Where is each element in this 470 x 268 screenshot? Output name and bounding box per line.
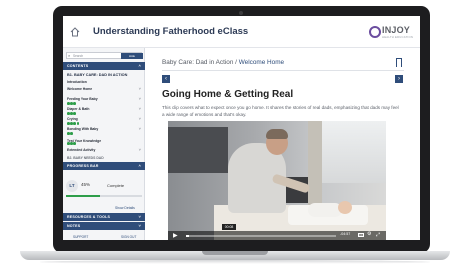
app-screen: Understanding Fatherhood eClass INJOY HE… — [63, 16, 420, 240]
video-curtain — [308, 121, 322, 207]
sidebar-item-label: Test Your Knowledge — [67, 139, 102, 143]
video-baby-body — [308, 203, 342, 217]
breadcrumb-current: Welcome Home — [238, 59, 285, 66]
progress-dots — [67, 122, 73, 135]
video-shelf — [168, 127, 228, 173]
top-bar: Understanding Fatherhood eClass INJOY HE… — [63, 16, 420, 48]
chevron-down-icon: ˅ — [138, 96, 141, 101]
play-icon[interactable]: ▶ — [173, 232, 178, 239]
captions-button[interactable]: CC — [358, 233, 364, 237]
video-window — [318, 121, 386, 183]
section-title: B1. BABY CARE: DAD IN ACTION — [67, 73, 128, 77]
stage: Understanding Fatherhood eClass INJOY HE… — [0, 0, 470, 268]
seek-bar[interactable] — [186, 235, 336, 237]
sidebar-item-label: Welcome Home — [67, 87, 93, 91]
breadcrumb-divider — [162, 70, 404, 71]
sidebar-footer: SUPPORT SIGN OUT — [63, 235, 145, 240]
page-description: This clip covers what to expect once you… — [162, 105, 399, 117]
sidebar-item-welcome-home[interactable]: Welcome Home ˅ — [67, 86, 143, 91]
chevron-down-icon: ˅ — [138, 126, 141, 131]
video-player[interactable]: 00:08 ▶ -04:57 CC ⚙ ⤢ — [168, 121, 386, 240]
home-icon[interactable] — [70, 27, 80, 37]
resources-label: RESOURCES & TOOLS — [67, 215, 111, 219]
contents-header[interactable]: CONTENTS ˄ — [63, 62, 145, 70]
chevron-down-icon: ˅ — [138, 147, 141, 152]
sidebar-item-crying[interactable]: Crying ˅ — [67, 116, 143, 121]
bookmark-icon[interactable] — [396, 58, 402, 67]
sidebar-item-diaper-bath[interactable]: Diaper & Bath ˅ — [67, 106, 143, 111]
app-title: Understanding Fatherhood eClass — [93, 26, 249, 37]
notes-header[interactable]: NOTES ˅ — [63, 222, 145, 230]
chevron-up-icon: ˄ — [138, 63, 141, 68]
sidebar-item-label: Introduction — [67, 80, 87, 84]
laptop-shadow — [40, 260, 430, 264]
seek-bar-fill — [186, 235, 189, 237]
fullscreen-icon[interactable]: ⤢ — [376, 232, 380, 238]
progress-dots — [67, 132, 77, 145]
search-input[interactable]: ⌕ Search Hide — [66, 52, 143, 59]
seek-time-tooltip: 00:08 — [222, 224, 236, 230]
show-details-link[interactable]: Show Details — [115, 206, 135, 210]
support-link[interactable]: SUPPORT — [73, 235, 88, 239]
previous-page-button[interactable]: ‹ — [162, 75, 170, 83]
chevron-down-icon: ˅ — [138, 214, 141, 219]
progress-percent: 45% — [81, 182, 91, 187]
sidebar-item-introduction[interactable]: Introduction — [67, 80, 143, 84]
chevron-up-icon: ˄ — [138, 163, 141, 168]
logo-subtitle: HEALTH EDUCATION — [382, 35, 414, 39]
page-title: Going Home & Getting Real — [162, 89, 294, 100]
breadcrumb-section[interactable]: Baby Care: Dad in Action — [162, 59, 233, 66]
sidebar-item-label: Feeding Your Baby — [67, 97, 98, 101]
hide-sidebar-button[interactable]: Hide — [121, 53, 143, 59]
chevron-down-icon: ˅ — [138, 106, 141, 111]
sign-out-link[interactable]: SIGN OUT — [121, 235, 136, 239]
progress-dots — [67, 112, 80, 125]
video-father-hair — [266, 129, 288, 139]
main-content: Baby Care: Dad in Action / Welcome Home … — [146, 48, 420, 240]
next-page-button[interactable]: › — [395, 75, 403, 83]
camera-dot — [239, 11, 243, 15]
progress-bar-label: PROGRESS BAR — [67, 164, 99, 168]
sidebar-item-bonding[interactable]: Bonding With Baby ˅ — [67, 126, 143, 131]
sidebar-item-label: Extended Activity — [67, 148, 96, 152]
search-placeholder: Search — [73, 54, 84, 58]
video-controls: ▶ -04:57 CC ⚙ ⤢ — [168, 231, 386, 240]
logo-text: INJOY — [382, 25, 411, 35]
sidebar-item-test-knowledge[interactable]: Test Your Knowledge — [67, 139, 143, 143]
notes-label: NOTES — [67, 224, 81, 228]
chevron-down-icon: ˅ — [138, 116, 141, 121]
sidebar-item-label: Bonding With Baby — [67, 127, 99, 131]
search-icon: ⌕ — [68, 53, 71, 58]
breadcrumb: Baby Care: Dad in Action / Welcome Home — [162, 59, 284, 66]
resources-header[interactable]: RESOURCES & TOOLS ˅ — [63, 213, 145, 221]
contents-label: CONTENTS — [67, 64, 89, 68]
laptop-notch — [202, 251, 268, 255]
sidebar-item-label: Diaper & Bath — [67, 107, 90, 111]
progress-complete-label: Complete — [107, 183, 125, 188]
progress-dot — [76, 122, 80, 125]
logo-mark-icon — [369, 26, 381, 38]
video-baby-head — [338, 201, 352, 214]
progress-bar-header[interactable]: PROGRESS BAR ˄ — [63, 162, 145, 170]
progress-dot — [73, 122, 76, 125]
progress-bar-fill — [66, 195, 101, 197]
gear-icon[interactable]: ⚙ — [367, 231, 371, 237]
sidebar-item-feeding[interactable]: Feeding Your Baby ˅ — [67, 96, 143, 101]
progress-avatar: LT — [66, 180, 78, 192]
injoy-logo[interactable]: INJOY HEALTH EDUCATION — [369, 25, 417, 41]
progress-dots — [67, 92, 77, 105]
sidebar-item-extended-activity[interactable]: Extended Activity ˅ — [67, 147, 143, 152]
sidebar-item-label: Crying — [67, 117, 78, 121]
chevron-down-icon: ˅ — [138, 86, 141, 91]
progress-dots — [67, 102, 77, 115]
progress-bar — [66, 195, 142, 197]
chevron-down-icon: ˅ — [138, 223, 141, 228]
sidebar: ⌕ Search Hide CONTENTS ˄ B1. BABY CARE: … — [63, 48, 145, 240]
next-section-title[interactable]: B2. BABY NEEDS DAD — [67, 156, 104, 160]
video-remaining-time: -04:57 — [340, 232, 351, 236]
